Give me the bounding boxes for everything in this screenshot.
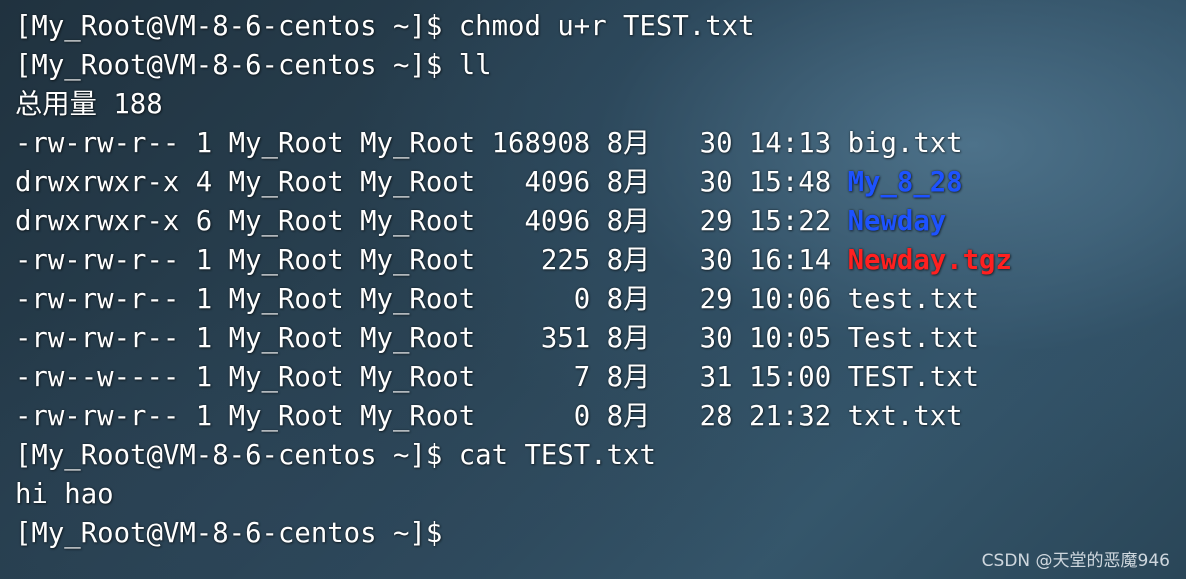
listing-row-meta: drwxrwxr-x 6 My_Root My_Root 4096 8月 29 … [15,206,848,237]
listing-row-meta: -rw-rw-r-- 1 My_Root My_Root 168908 8月 3… [15,128,848,159]
listing-row: -rw-rw-r-- 1 My_Root My_Root 0 8月 28 21:… [15,397,1175,436]
listing-row: drwxrwxr-x 4 My_Root My_Root 4096 8月 30 … [15,163,1175,202]
listing-row-meta: -rw--w---- 1 My_Root My_Root 7 8月 31 15:… [15,362,848,393]
listing-row-meta: -rw-rw-r-- 1 My_Root My_Root 351 8月 30 1… [15,323,848,354]
total-size-line: 总用量 188 [15,89,163,120]
terminal-output[interactable]: [My_Root@VM-8-6-centos ~]$ chmod u+r TES… [15,7,1175,572]
listing-file-name: Test.txt [847,323,980,354]
listing-row-meta: -rw-rw-r-- 1 My_Root My_Root 0 8月 29 10:… [15,284,848,315]
listing-row: -rw-rw-r-- 1 My_Root My_Root 351 8月 30 1… [15,319,1175,358]
listing-row: -rw--w---- 1 My_Root My_Root 7 8月 31 15:… [15,358,1175,397]
command-line-ll: [My_Root@VM-8-6-centos ~]$ ll [15,50,492,81]
listing-row-meta: -rw-rw-r-- 1 My_Root My_Root 225 8月 30 1… [15,245,848,276]
listing-row: -rw-rw-r-- 1 My_Root My_Root 168908 8月 3… [15,124,1175,163]
listing-file-name: test.txt [847,284,980,315]
command-line-chmod: [My_Root@VM-8-6-centos ~]$ chmod u+r TES… [15,11,755,42]
listing-row: -rw-rw-r-- 1 My_Root My_Root 225 8月 30 1… [15,241,1175,280]
command-line-cat: [My_Root@VM-8-6-centos ~]$ cat TEST.txt [15,440,656,471]
listing-directory-name: Newday [847,206,947,237]
listing-file-name: big.txt [847,128,963,159]
listing-archive-name: Newday.tgz [847,245,1012,276]
cat-output-line: hi hao [15,479,114,510]
listing-row: drwxrwxr-x 6 My_Root My_Root 4096 8月 29 … [15,202,1175,241]
prompt-text: [My_Root@VM-8-6-centos ~]$ [15,518,443,549]
listing-row-meta: drwxrwxr-x 4 My_Root My_Root 4096 8月 30 … [15,167,848,198]
listing-row-meta: -rw-rw-r-- 1 My_Root My_Root 0 8月 28 21:… [15,401,848,432]
listing-file-name: TEST.txt [847,362,980,393]
watermark: CSDN @天堂的恶魔946 [981,551,1170,571]
listing-row: -rw-rw-r-- 1 My_Root My_Root 0 8月 29 10:… [15,280,1175,319]
listing-directory-name: My_8_28 [847,167,963,198]
listing-file-name: txt.txt [847,401,963,432]
